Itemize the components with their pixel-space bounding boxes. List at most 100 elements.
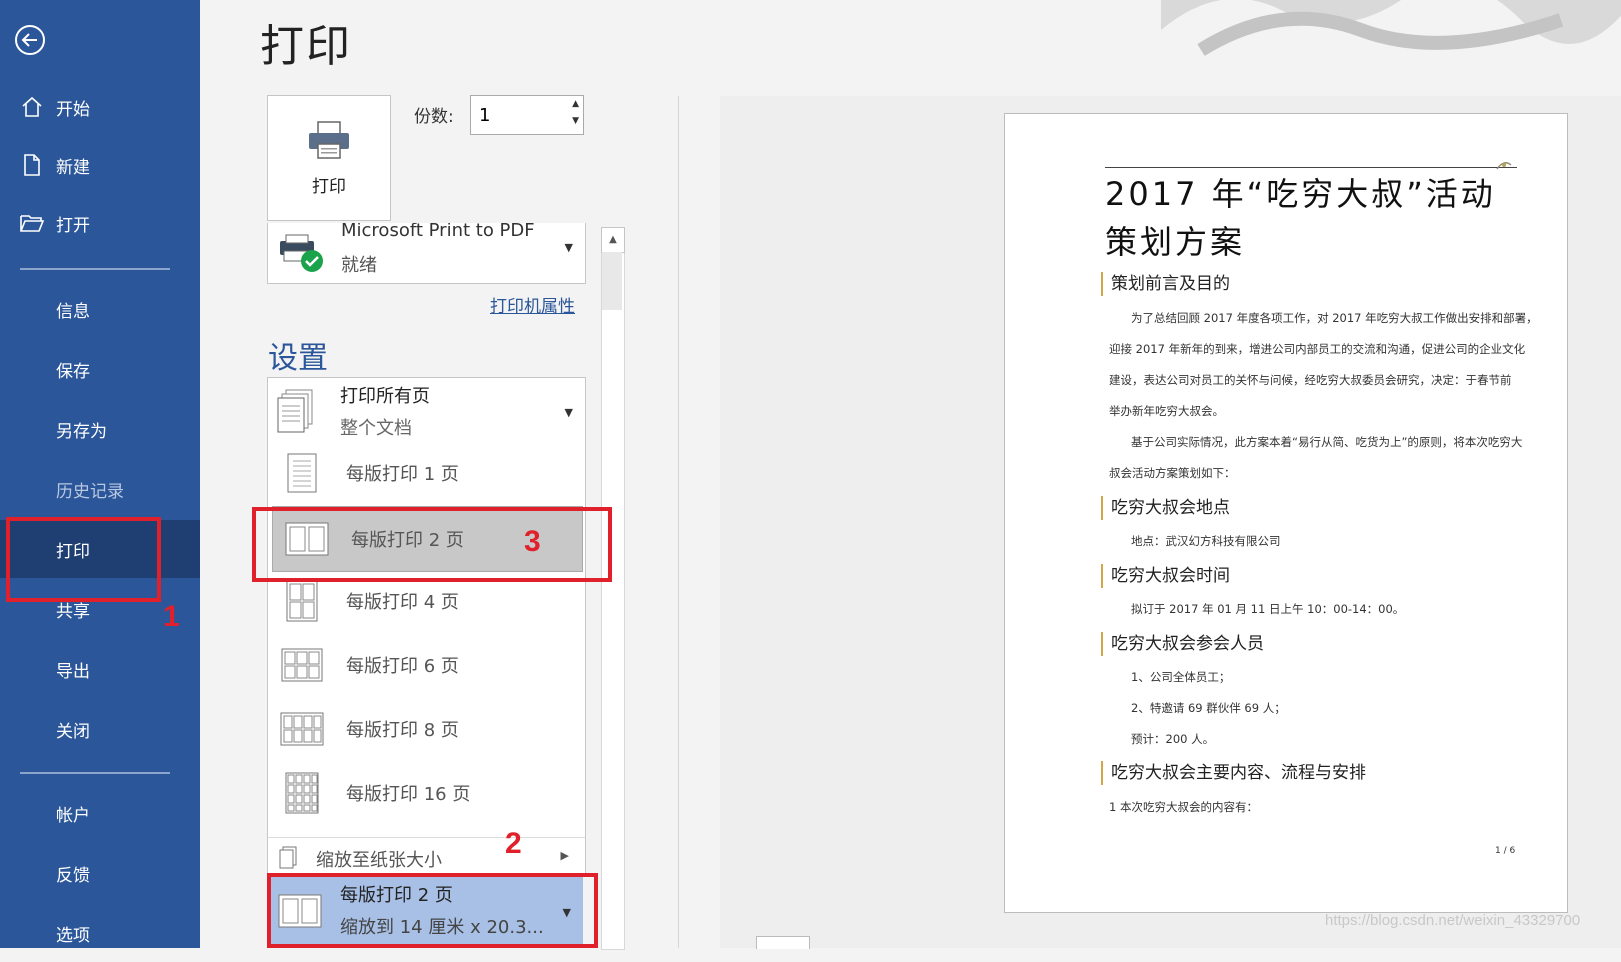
chevron-right-icon: ▶ — [560, 849, 569, 862]
option-label: 每版打印 8 页 — [346, 720, 459, 741]
pages-stack-icon — [276, 388, 318, 438]
header-rule — [1105, 167, 1517, 168]
range-main-label: 打印所有页 — [340, 386, 430, 407]
watermark: https://blog.csdn.net/weixin_43329700 — [1325, 912, 1581, 929]
nav-label: 帐户 — [56, 805, 90, 826]
document-title: 2017 年“吃穷大叔”活动 策划方案 — [1105, 170, 1517, 266]
nav-new[interactable]: 新建 — [0, 136, 200, 194]
section-heading: 吃穷大叔会地点 — [1101, 496, 1230, 520]
option-label: 每版打印 4 页 — [346, 592, 459, 613]
one-page-layout-icon — [280, 450, 324, 496]
nav-export[interactable]: 导出 — [0, 640, 200, 698]
nav-options[interactable]: 选项 — [0, 904, 200, 962]
list-item: 预计：200 人。 — [1131, 732, 1215, 746]
annotation-box-1 — [6, 517, 161, 602]
scroll-thumb[interactable] — [602, 252, 622, 310]
sixteen-page-layout-icon — [280, 770, 324, 816]
chevron-down-icon: ▼ — [564, 406, 573, 419]
annotation-box-3 — [252, 507, 612, 582]
section-heading: 策划前言及目的 — [1101, 272, 1230, 296]
header: 打印 — [200, 0, 1621, 88]
chevron-down-icon: ▼ — [564, 241, 573, 254]
nav-label: 信息 — [56, 301, 90, 322]
time-line: 拟订于 2017 年 01 月 11 日上午 10：00-14：00。 — [1131, 602, 1405, 616]
printer-properties-link[interactable]: 打印机属性 — [490, 292, 575, 317]
section-heading: 吃穷大叔会参会人员 — [1101, 632, 1264, 656]
nav-label: 历史记录 — [56, 481, 124, 502]
back-arrow-icon[interactable] — [14, 24, 46, 56]
printer-ready-icon — [276, 231, 326, 279]
spin-up-icon[interactable]: ▲ — [572, 99, 579, 109]
scale-page-icon — [278, 845, 298, 873]
range-sub-label: 整个文档 — [340, 418, 412, 439]
nav-close[interactable]: 关闭 — [0, 700, 200, 758]
scale-to-paper-size-item[interactable]: 缩放至纸张大小 ▶ — [267, 837, 586, 877]
nav-label: 导出 — [56, 661, 90, 682]
list-item: 2、特邀请 69 群伙伴 69 人； — [1131, 701, 1286, 715]
nav-info[interactable]: 信息 — [0, 280, 200, 338]
nav-home[interactable]: 开始 — [0, 78, 200, 136]
annotation-number-1: 1 — [163, 600, 180, 633]
nav-label: 反馈 — [56, 865, 90, 886]
paragraph-line: 1 本次吃穷大叔会的内容有： — [1109, 800, 1258, 814]
list-item: 1、公司全体员工； — [1131, 670, 1231, 684]
paragraph-line: 叔会活动方案策划如下： — [1109, 466, 1236, 480]
nav-divider — [20, 268, 170, 270]
annotation-number-3: 3 — [524, 525, 541, 558]
option-label: 每版打印 6 页 — [346, 656, 459, 677]
new-document-icon — [18, 151, 46, 179]
open-folder-icon — [18, 209, 46, 237]
four-page-layout-icon — [280, 578, 324, 624]
nav-label: 关闭 — [56, 721, 90, 742]
printer-dropdown[interactable]: Microsoft Print to PDF 就绪 ▼ — [267, 223, 586, 284]
eight-page-layout-icon — [280, 706, 324, 752]
nav-open[interactable]: 打开 — [0, 194, 200, 252]
copies-stepper[interactable]: ▲ ▼ — [470, 95, 584, 135]
nav-save[interactable]: 保存 — [0, 340, 200, 398]
document-title-line-1: 2017 年“吃穷大叔”活动 — [1105, 175, 1496, 213]
nav-label: 打开 — [56, 215, 90, 236]
option-label: 每版打印 16 页 — [346, 784, 471, 805]
six-page-layout-icon — [280, 642, 324, 688]
paragraph-line: 举办新年吃穷大叔会。 — [1109, 404, 1224, 418]
nav-history[interactable]: 历史记录 — [0, 460, 200, 518]
pages-per-sheet-option-16[interactable]: 每版打印 16 页 — [268, 761, 585, 825]
preview-page: 2017 年“吃穷大叔”活动 策划方案 策划前言及目的 为了总结回顾 2017 … — [1004, 113, 1568, 913]
print-button[interactable]: 打印 — [267, 95, 391, 221]
pages-per-sheet-option-8[interactable]: 每版打印 8 页 — [268, 697, 585, 761]
document-title-line-2: 策划方案 — [1105, 223, 1246, 261]
title-bar-decoration-icon — [1161, 0, 1621, 56]
page-title: 打印 — [260, 21, 352, 72]
nav-label: 开始 — [56, 99, 90, 120]
scale-to-paper-label: 缩放至纸张大小 — [316, 850, 442, 871]
scroll-up-icon[interactable]: ▲ — [601, 227, 625, 253]
panel-divider — [678, 96, 679, 948]
nav-label: 另存为 — [56, 421, 107, 442]
nav-label: 保存 — [56, 361, 90, 382]
paragraph-line: 为了总结回顾 2017 年度各项工作，对 2017 年吃穷大叔工作做出安排和部署… — [1131, 311, 1538, 325]
copies-input[interactable] — [471, 96, 561, 134]
settings-title: 设置 — [268, 341, 328, 376]
nav-label: 新建 — [56, 157, 90, 178]
pages-per-sheet-option-1[interactable]: 每版打印 1 页 — [268, 441, 585, 505]
backstage-sidebar: 开始 新建 打开 信息 保存 另存为 历史记录 打印 共享 导出 关闭 帐户 反… — [0, 0, 200, 948]
scrollbar[interactable] — [601, 227, 625, 950]
nav-divider — [20, 772, 170, 774]
home-icon — [18, 93, 46, 121]
page-navigator-tab[interactable] — [756, 936, 810, 949]
spin-down-icon[interactable]: ▼ — [572, 116, 579, 126]
printer-name: Microsoft Print to PDF — [341, 223, 535, 241]
section-heading: 吃穷大叔会主要内容、流程与安排 — [1101, 761, 1366, 785]
print-range-dropdown[interactable]: 打印所有页 整个文档 ▼ — [267, 377, 586, 443]
nav-feedback[interactable]: 反馈 — [0, 844, 200, 902]
nav-save-as[interactable]: 另存为 — [0, 400, 200, 458]
section-heading: 吃穷大叔会时间 — [1101, 564, 1230, 588]
printer-status: 就绪 — [341, 255, 377, 276]
paragraph-line: 基于公司实际情况，此方案本着“易行从简、吃货为上”的原则，将本次吃穷大 — [1131, 435, 1523, 449]
location-line: 地点：武汉幻方科技有限公司 — [1131, 534, 1281, 548]
annotation-box-2 — [267, 873, 598, 948]
nav-account[interactable]: 帐户 — [0, 784, 200, 842]
paragraph-line: 建设，表达公司对员工的关怀与问候，经吃穷大叔委员会研究，决定：于春节前 — [1109, 373, 1512, 387]
pages-per-sheet-option-6[interactable]: 每版打印 6 页 — [268, 633, 585, 697]
print-button-label: 打印 — [312, 176, 346, 197]
